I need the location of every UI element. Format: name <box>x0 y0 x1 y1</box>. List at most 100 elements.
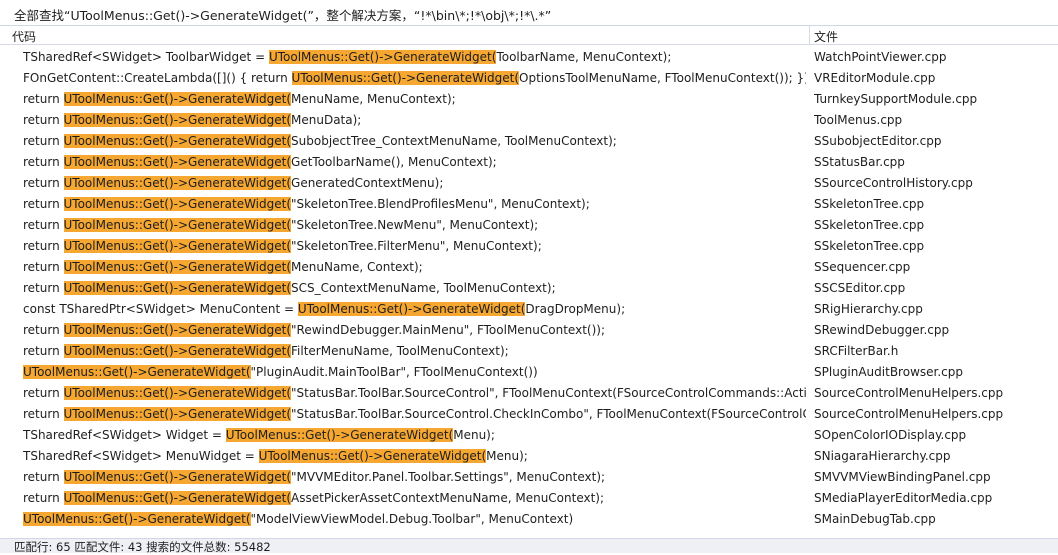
code-suffix: "ModelViewViewModel.Debug.Toolbar", Menu… <box>250 512 574 526</box>
result-row[interactable]: return UToolMenus::Get()->GenerateWidget… <box>0 131 1058 152</box>
match-highlight: UToolMenus::Get()->GenerateWidget( <box>63 176 292 190</box>
code-prefix: return <box>23 239 64 253</box>
result-row[interactable]: return UToolMenus::Get()->GenerateWidget… <box>0 236 1058 257</box>
code-suffix: SCS_ContextMenuName, ToolMenuContext); <box>291 281 556 295</box>
code-prefix: return <box>23 134 64 148</box>
code-prefix: return <box>23 491 64 505</box>
result-row[interactable]: return UToolMenus::Get()->GenerateWidget… <box>0 173 1058 194</box>
column-header-file[interactable]: 文件 <box>814 28 838 45</box>
match-highlight: UToolMenus::Get()->GenerateWidget( <box>63 239 292 253</box>
result-file: SSubobjectEditor.cpp <box>814 134 942 148</box>
code-prefix: return <box>23 218 64 232</box>
result-file: SOpenColorIODisplay.cpp <box>814 428 967 442</box>
find-results-list[interactable]: TSharedRef<SWidget> ToolbarWidget = UToo… <box>0 47 1058 538</box>
result-code: return UToolMenus::Get()->GenerateWidget… <box>23 386 806 401</box>
result-code: return UToolMenus::Get()->GenerateWidget… <box>23 176 806 191</box>
match-highlight: UToolMenus::Get()->GenerateWidget( <box>63 134 292 148</box>
result-row[interactable]: UToolMenus::Get()->GenerateWidget("Plugi… <box>0 362 1058 383</box>
code-suffix: GetToolbarName(), MenuContext); <box>291 155 497 169</box>
result-file: WatchPointViewer.cpp <box>814 50 947 64</box>
code-prefix: FOnGetContent::CreateLambda([]() { retur… <box>23 71 292 85</box>
result-row[interactable]: return UToolMenus::Get()->GenerateWidget… <box>0 488 1058 509</box>
code-suffix: MenuName, Context); <box>291 260 423 274</box>
result-file: SSkeletonTree.cpp <box>814 197 925 211</box>
result-row[interactable]: FOnGetContent::CreateLambda([]() { retur… <box>0 68 1058 89</box>
result-row[interactable]: return UToolMenus::Get()->GenerateWidget… <box>0 404 1058 425</box>
code-prefix: return <box>23 197 64 211</box>
result-row[interactable]: return UToolMenus::Get()->GenerateWidget… <box>0 152 1058 173</box>
result-row[interactable]: return UToolMenus::Get()->GenerateWidget… <box>0 383 1058 404</box>
code-prefix: TSharedRef<SWidget> MenuWidget = <box>23 449 259 463</box>
results-column-header: 代码 文件 <box>0 26 1058 45</box>
result-file: SSkeletonTree.cpp <box>814 218 925 232</box>
search-summary: 全部查找“UToolMenus::Get()->GenerateWidget(”… <box>14 8 552 23</box>
result-code: return UToolMenus::Get()->GenerateWidget… <box>23 92 806 107</box>
result-file: SRewindDebugger.cpp <box>814 323 950 337</box>
code-suffix: GeneratedContextMenu); <box>291 176 444 190</box>
code-prefix: return <box>23 92 64 106</box>
code-prefix: return <box>23 323 64 337</box>
code-suffix: "SkeletonTree.BlendProfilesMenu", MenuCo… <box>291 197 590 211</box>
code-prefix: TSharedRef<SWidget> Widget = <box>23 428 226 442</box>
column-divider[interactable] <box>809 26 810 44</box>
code-suffix: "SkeletonTree.FilterMenu", MenuContext); <box>291 239 542 253</box>
result-row[interactable]: TSharedRef<SWidget> MenuWidget = UToolMe… <box>0 446 1058 467</box>
result-row[interactable]: TSharedRef<SWidget> ToolbarWidget = UToo… <box>0 47 1058 68</box>
result-code: TSharedRef<SWidget> Widget = UToolMenus:… <box>23 428 806 443</box>
code-suffix: "RewindDebugger.MainMenu", FToolMenuCont… <box>291 323 605 337</box>
result-row[interactable]: UToolMenus::Get()->GenerateWidget("Model… <box>0 509 1058 530</box>
result-code: return UToolMenus::Get()->GenerateWidget… <box>23 260 806 275</box>
code-suffix: SubobjectTree_ContextMenuName, ToolMenuC… <box>291 134 617 148</box>
match-highlight: UToolMenus::Get()->GenerateWidget( <box>63 260 292 274</box>
result-code: return UToolMenus::Get()->GenerateWidget… <box>23 470 806 485</box>
match-highlight: UToolMenus::Get()->GenerateWidget( <box>291 71 520 85</box>
match-highlight: UToolMenus::Get()->GenerateWidget( <box>63 344 292 358</box>
column-header-code[interactable]: 代码 <box>12 28 36 45</box>
code-prefix: return <box>23 176 64 190</box>
result-row[interactable]: return UToolMenus::Get()->GenerateWidget… <box>0 278 1058 299</box>
result-row[interactable]: return UToolMenus::Get()->GenerateWidget… <box>0 110 1058 131</box>
result-file: VREditorModule.cpp <box>814 71 936 85</box>
result-row[interactable]: return UToolMenus::Get()->GenerateWidget… <box>0 320 1058 341</box>
result-code: return UToolMenus::Get()->GenerateWidget… <box>23 491 806 506</box>
result-code: return UToolMenus::Get()->GenerateWidget… <box>23 239 806 254</box>
code-suffix: AssetPickerAssetContextMenuName, MenuCon… <box>291 491 605 505</box>
code-prefix: return <box>23 344 64 358</box>
result-code: return UToolMenus::Get()->GenerateWidget… <box>23 407 806 422</box>
code-suffix: "MVVMEditor.Panel.Toolbar.Settings", Men… <box>291 470 606 484</box>
result-row[interactable]: return UToolMenus::Get()->GenerateWidget… <box>0 215 1058 236</box>
result-row[interactable]: return UToolMenus::Get()->GenerateWidget… <box>0 89 1058 110</box>
result-file: SMainDebugTab.cpp <box>814 512 936 526</box>
code-suffix: FilterMenuName, ToolMenuContext); <box>291 344 509 358</box>
code-prefix: return <box>23 386 64 400</box>
match-highlight: UToolMenus::Get()->GenerateWidget( <box>297 302 526 316</box>
match-highlight: UToolMenus::Get()->GenerateWidget( <box>63 218 292 232</box>
match-highlight: UToolMenus::Get()->GenerateWidget( <box>63 155 292 169</box>
result-file: SSkeletonTree.cpp <box>814 239 925 253</box>
result-row[interactable]: TSharedRef<SWidget> Widget = UToolMenus:… <box>0 425 1058 446</box>
result-code: TSharedRef<SWidget> MenuWidget = UToolMe… <box>23 449 806 464</box>
result-code: FOnGetContent::CreateLambda([]() { retur… <box>23 71 806 86</box>
result-file: SourceControlMenuHelpers.cpp <box>814 386 1004 400</box>
code-suffix: "StatusBar.ToolBar.SourceControl", FTool… <box>291 386 806 400</box>
result-code: return UToolMenus::Get()->GenerateWidget… <box>23 134 806 149</box>
code-suffix: Menu); <box>486 449 528 463</box>
match-highlight: UToolMenus::Get()->GenerateWidget( <box>23 512 251 526</box>
result-code: return UToolMenus::Get()->GenerateWidget… <box>23 344 806 359</box>
result-code: return UToolMenus::Get()->GenerateWidget… <box>23 197 806 212</box>
result-code: return UToolMenus::Get()->GenerateWidget… <box>23 281 806 296</box>
result-code: TSharedRef<SWidget> ToolbarWidget = UToo… <box>23 50 806 65</box>
code-suffix: "StatusBar.ToolBar.SourceControl.CheckIn… <box>291 407 806 421</box>
result-row[interactable]: return UToolMenus::Get()->GenerateWidget… <box>0 257 1058 278</box>
result-row[interactable]: return UToolMenus::Get()->GenerateWidget… <box>0 341 1058 362</box>
result-file: SMVVMViewBindingPanel.cpp <box>814 470 991 484</box>
result-row[interactable]: return UToolMenus::Get()->GenerateWidget… <box>0 194 1058 215</box>
result-file: SSCSEditor.cpp <box>814 281 906 295</box>
result-code: return UToolMenus::Get()->GenerateWidget… <box>23 218 806 233</box>
result-row[interactable]: const TSharedPtr<SWidget> MenuContent = … <box>0 299 1058 320</box>
code-suffix: "PluginAudit.MainToolBar", FToolMenuCont… <box>250 365 538 379</box>
code-suffix: ToolbarName, MenuContext); <box>496 50 672 64</box>
result-code: UToolMenus::Get()->GenerateWidget("Model… <box>23 512 806 527</box>
result-row[interactable]: return UToolMenus::Get()->GenerateWidget… <box>0 467 1058 488</box>
match-highlight: UToolMenus::Get()->GenerateWidget( <box>63 197 292 211</box>
